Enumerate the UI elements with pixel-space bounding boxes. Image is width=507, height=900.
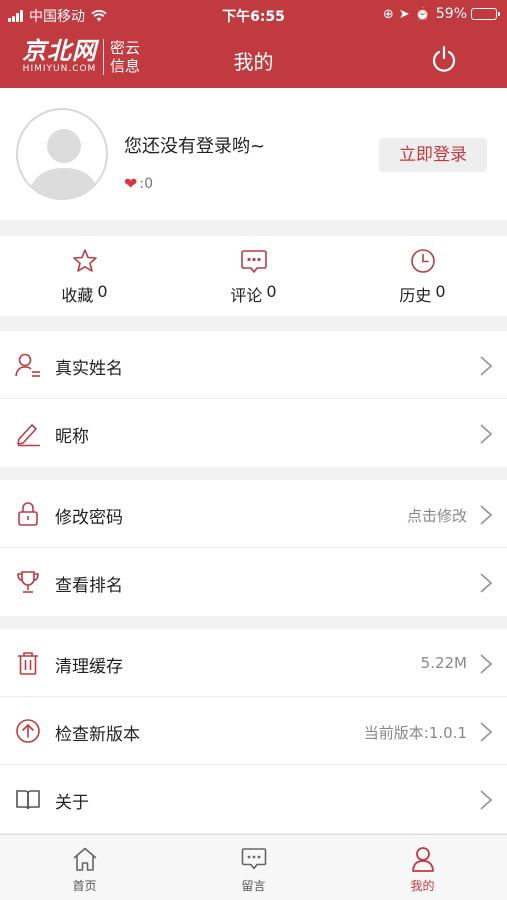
comment-icon <box>240 250 267 273</box>
row-about[interactable]: 关于 <box>0 765 507 833</box>
chevron-right-icon <box>480 722 493 742</box>
power-icon[interactable] <box>429 44 459 74</box>
tab-messages[interactable]: 留言 <box>169 835 338 900</box>
message-icon <box>241 848 266 870</box>
row-label: 清理缓存 <box>55 657 123 677</box>
upload-icon <box>16 719 40 743</box>
row-nickname[interactable]: 昵称 <box>0 399 507 467</box>
row-check-update[interactable]: 检查新版本 当前版本:1.0.1 <box>0 697 507 765</box>
stat-count: 0 <box>97 282 108 301</box>
row-ranking[interactable]: 查看排名 <box>0 548 507 616</box>
chevron-right-icon <box>480 573 493 593</box>
login-hint: 您还没有登录哟~ <box>124 136 266 157</box>
row-change-password[interactable]: 修改密码 点击修改 <box>0 480 507 548</box>
stat-count: 0 <box>266 282 277 301</box>
row-label: 关于 <box>55 793 89 813</box>
row-label: 检查新版本 <box>55 725 140 745</box>
battery-percent: 59% <box>435 6 467 22</box>
app-logo: 京北网 HIMIYUN.COM 密云信息 <box>22 38 144 75</box>
settings-group-account: 修改密码 点击修改 查看排名 <box>0 480 507 616</box>
rotation-lock-icon: ⊕ <box>382 6 394 22</box>
star-icon <box>72 249 97 272</box>
logo-wordmark: 京北网 HIMIYUN.COM <box>22 38 97 75</box>
row-label: 修改密码 <box>55 508 123 528</box>
row-label: 真实姓名 <box>55 359 123 379</box>
tab-label: 留言 <box>241 879 266 893</box>
stat-label: 历史 <box>399 286 432 305</box>
row-value: 当前版本:1.0.1 <box>363 724 467 742</box>
settings-group-profile: 真实姓名 昵称 <box>0 331 507 467</box>
logo-divider <box>103 38 104 75</box>
clock-icon <box>410 249 435 273</box>
stat-label: 评论 <box>230 286 263 305</box>
lock-icon <box>18 502 38 526</box>
default-avatar-icon <box>28 129 100 198</box>
tab-home[interactable]: 首页 <box>0 835 169 900</box>
stat-count: 0 <box>435 282 446 301</box>
row-label: 昵称 <box>55 427 89 447</box>
location-icon: ➤ <box>398 6 410 22</box>
user-icon <box>15 353 40 377</box>
row-value: 点击修改 <box>406 507 467 525</box>
heart-icon: ❤ <box>124 174 138 193</box>
trophy-icon <box>17 571 39 593</box>
chevron-right-icon <box>480 356 493 376</box>
nav-bar: 京北网 HIMIYUN.COM 密云信息 我的 <box>0 30 507 88</box>
person-icon <box>411 847 434 872</box>
tab-bar: 首页 留言 我的 <box>0 834 507 900</box>
pencil-icon <box>17 424 40 447</box>
tab-label: 首页 <box>72 879 97 893</box>
row-label: 查看排名 <box>55 576 123 596</box>
book-icon <box>16 790 40 810</box>
logo-domain-text: HIMIYUN.COM <box>22 64 97 74</box>
chevron-right-icon <box>480 654 493 674</box>
chevron-right-icon <box>480 424 493 444</box>
stat-label: 收藏 <box>61 286 94 305</box>
likes-value: :0 <box>139 175 154 192</box>
stat-history[interactable]: 历史 0 <box>338 236 507 316</box>
avatar[interactable] <box>16 108 108 200</box>
status-bar: 中国移动 下午6:55 ⊕ ➤ ⏰ 59% <box>0 0 507 30</box>
chevron-right-icon <box>480 505 493 525</box>
chevron-right-icon <box>480 790 493 810</box>
status-right: ⊕ ➤ ⏰ 59% <box>382 6 500 22</box>
profile-card: 您还没有登录哟~ ❤ :0 立即登录 <box>0 88 507 220</box>
login-button[interactable]: 立即登录 <box>379 138 487 172</box>
row-clear-cache[interactable]: 清理缓存 5.22M <box>0 629 507 697</box>
settings-group-app: 清理缓存 5.22M 检查新版本 当前版本:1.0.1 关于 <box>0 629 507 833</box>
battery-icon <box>471 8 500 20</box>
logo-main-text: 京北网 <box>22 37 97 65</box>
logo-sub-text: 密云信息 <box>110 38 141 75</box>
stat-comments[interactable]: 评论 0 <box>169 236 338 316</box>
stat-favorites[interactable]: 收藏 0 <box>0 236 169 316</box>
alarm-icon: ⏰ <box>414 6 431 22</box>
home-icon <box>72 847 97 871</box>
trash-icon <box>18 652 38 675</box>
tab-mine[interactable]: 我的 <box>338 835 507 900</box>
row-value: 5.22M <box>420 654 467 672</box>
tab-label: 我的 <box>410 879 435 893</box>
likes-count: ❤ :0 <box>124 174 153 193</box>
row-real-name[interactable]: 真实姓名 <box>0 331 507 399</box>
stats-row: 收藏 0 评论 0 历史 0 <box>0 236 507 316</box>
